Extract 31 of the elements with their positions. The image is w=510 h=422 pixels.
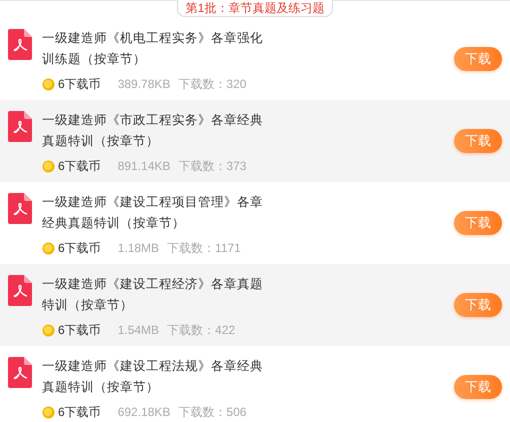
pdf-file-icon <box>8 111 32 142</box>
file-size: 692.18KB <box>118 404 170 421</box>
file-title[interactable]: 一级建造师《市政工程实务》各章经典真题特训（按章节） <box>42 110 264 152</box>
pdf-file-icon <box>8 357 32 388</box>
price-text: 6下载币 <box>58 322 101 339</box>
file-title[interactable]: 一级建造师《建设工程经济》各章真题特训（按章节） <box>42 274 264 316</box>
price-text: 6下载币 <box>58 404 101 421</box>
file-title[interactable]: 一级建造师《建设工程法规》各章经典真题特训（按章节） <box>42 356 264 398</box>
download-count: 下载数：320 <box>178 76 246 93</box>
pdf-file-icon <box>8 29 32 60</box>
file-size: 389.78KB <box>118 76 170 93</box>
pdf-file-icon <box>8 275 32 306</box>
download-count: 下载数：373 <box>178 158 246 175</box>
file-size: 1.18MB <box>118 240 160 257</box>
pdf-file-icon <box>8 193 32 224</box>
price-text: 6下载币 <box>58 240 101 257</box>
coin-icon <box>42 160 55 172</box>
download-count: 下载数：1171 <box>167 240 241 257</box>
file-size: 891.14KB <box>118 158 170 175</box>
price-text: 6下载币 <box>58 76 101 93</box>
coin-icon <box>42 324 55 336</box>
download-count: 下载数：506 <box>178 404 246 421</box>
section-label: 第1批：章节真题及练习题 <box>176 0 334 17</box>
price-text: 6下载币 <box>58 158 101 175</box>
coin-icon <box>42 406 55 418</box>
download-count: 下载数：422 <box>167 322 236 339</box>
file-size: 1.54MB <box>118 322 160 339</box>
coin-icon <box>42 78 55 90</box>
file-title[interactable]: 一级建造师《机电工程实务》各章强化训练题（按章节） <box>42 28 264 70</box>
file-title[interactable]: 一级建造师《建设工程项目管理》各章经典真题特训（按章节） <box>42 192 264 234</box>
coin-icon <box>42 242 55 254</box>
